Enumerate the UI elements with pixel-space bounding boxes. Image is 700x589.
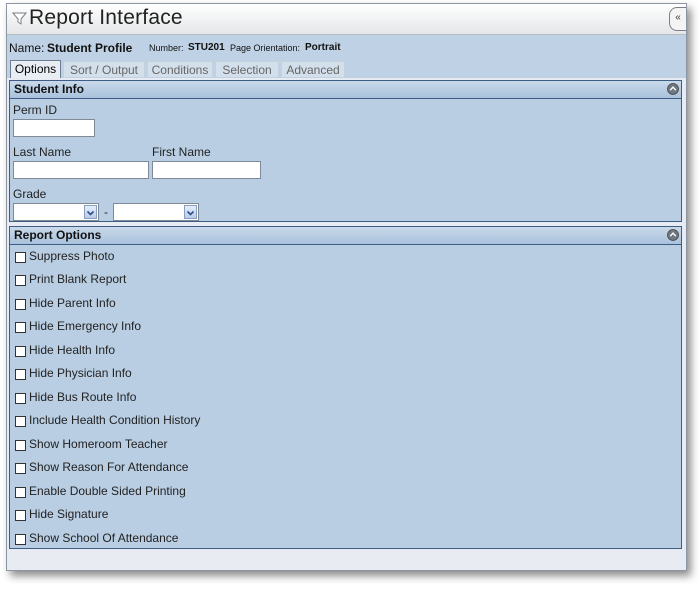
- checkbox[interactable]: [15, 463, 26, 474]
- option-label: Hide Parent Info: [29, 296, 116, 310]
- collapse-toggle-icon[interactable]: [667, 83, 679, 95]
- tab-advanced[interactable]: Advanced: [281, 61, 345, 77]
- report-interface-window: Report Interface « Name: Student Profile…: [6, 3, 687, 571]
- tab-options[interactable]: Options: [10, 60, 61, 78]
- option-label: Hide Signature: [29, 507, 109, 521]
- grade-range-separator: -: [104, 205, 108, 219]
- checkbox[interactable]: [15, 416, 26, 427]
- chevron-down-icon: [86, 210, 95, 216]
- report-options-header: Report Options: [10, 227, 681, 245]
- grade-from-select[interactable]: [13, 203, 99, 221]
- option-label: Include Health Condition History: [29, 413, 201, 427]
- first-name-input[interactable]: [152, 161, 261, 179]
- report-options-title: Report Options: [14, 228, 102, 242]
- option-label: Show Reason For Attendance: [29, 460, 189, 474]
- option-label: Hide Physician Info: [29, 366, 132, 380]
- checkbox[interactable]: [15, 510, 26, 521]
- report-name: Student Profile: [47, 41, 133, 55]
- dropdown-button[interactable]: [184, 205, 197, 219]
- checkbox[interactable]: [15, 322, 26, 333]
- chevron-down-icon: [186, 210, 195, 216]
- perm-id-input[interactable]: [13, 119, 95, 137]
- option-label: Print Blank Report: [29, 272, 127, 286]
- student-info-panel: Student Info Perm ID Last Name First Nam…: [9, 80, 682, 222]
- orientation-label: Page Orientation:: [230, 43, 301, 53]
- checkbox[interactable]: [15, 393, 26, 404]
- report-options-panel: Report Options Suppress Photo Print Blan…: [9, 226, 682, 549]
- checkbox[interactable]: [15, 369, 26, 380]
- page-orientation: Portrait: [305, 42, 341, 53]
- first-name-label: First Name: [152, 145, 211, 159]
- student-info-header: Student Info: [10, 81, 681, 99]
- tab-conditions[interactable]: Conditions: [147, 61, 213, 77]
- option-label: Show School Of Attendance: [29, 531, 179, 545]
- tab-bar: Options Sort / Output Conditions Selecti…: [7, 58, 686, 78]
- collapse-toggle-icon[interactable]: [667, 229, 679, 241]
- checkbox[interactable]: [15, 440, 26, 451]
- report-info-bar: Name: Student Profile Number: STU201 Pag…: [7, 35, 686, 58]
- checkbox[interactable]: [15, 252, 26, 263]
- last-name-input[interactable]: [13, 161, 149, 179]
- name-label: Name:: [9, 41, 45, 55]
- collapse-button[interactable]: «: [669, 7, 686, 31]
- report-number: STU201: [188, 42, 225, 53]
- student-info-title: Student Info: [14, 82, 84, 96]
- checkbox[interactable]: [15, 275, 26, 286]
- perm-id-label: Perm ID: [13, 103, 58, 117]
- checkbox[interactable]: [15, 346, 26, 357]
- last-name-label: Last Name: [13, 145, 72, 159]
- number-label: Number:: [149, 43, 184, 53]
- report-options-list: Suppress Photo Print Blank Report Hide P…: [10, 245, 681, 546]
- option-label: Show Homeroom Teacher: [29, 437, 168, 451]
- option-label: Suppress Photo: [29, 249, 115, 263]
- checkbox[interactable]: [15, 487, 26, 498]
- option-label: Hide Emergency Info: [29, 319, 142, 333]
- window-title: Report Interface: [29, 6, 183, 29]
- tab-selection[interactable]: Selection: [215, 61, 279, 77]
- grade-label: Grade: [13, 187, 47, 201]
- option-label: Hide Bus Route Info: [29, 390, 137, 404]
- dropdown-button[interactable]: [84, 205, 97, 219]
- option-label: Hide Health Info: [29, 343, 116, 357]
- title-bar: Report Interface «: [7, 4, 686, 35]
- option-label: Enable Double Sided Printing: [29, 484, 186, 498]
- tab-sort-output[interactable]: Sort / Output: [63, 61, 145, 77]
- filter-icon: [12, 12, 27, 25]
- grade-to-select[interactable]: [113, 203, 199, 221]
- checkbox[interactable]: [15, 534, 26, 545]
- checkbox[interactable]: [15, 299, 26, 310]
